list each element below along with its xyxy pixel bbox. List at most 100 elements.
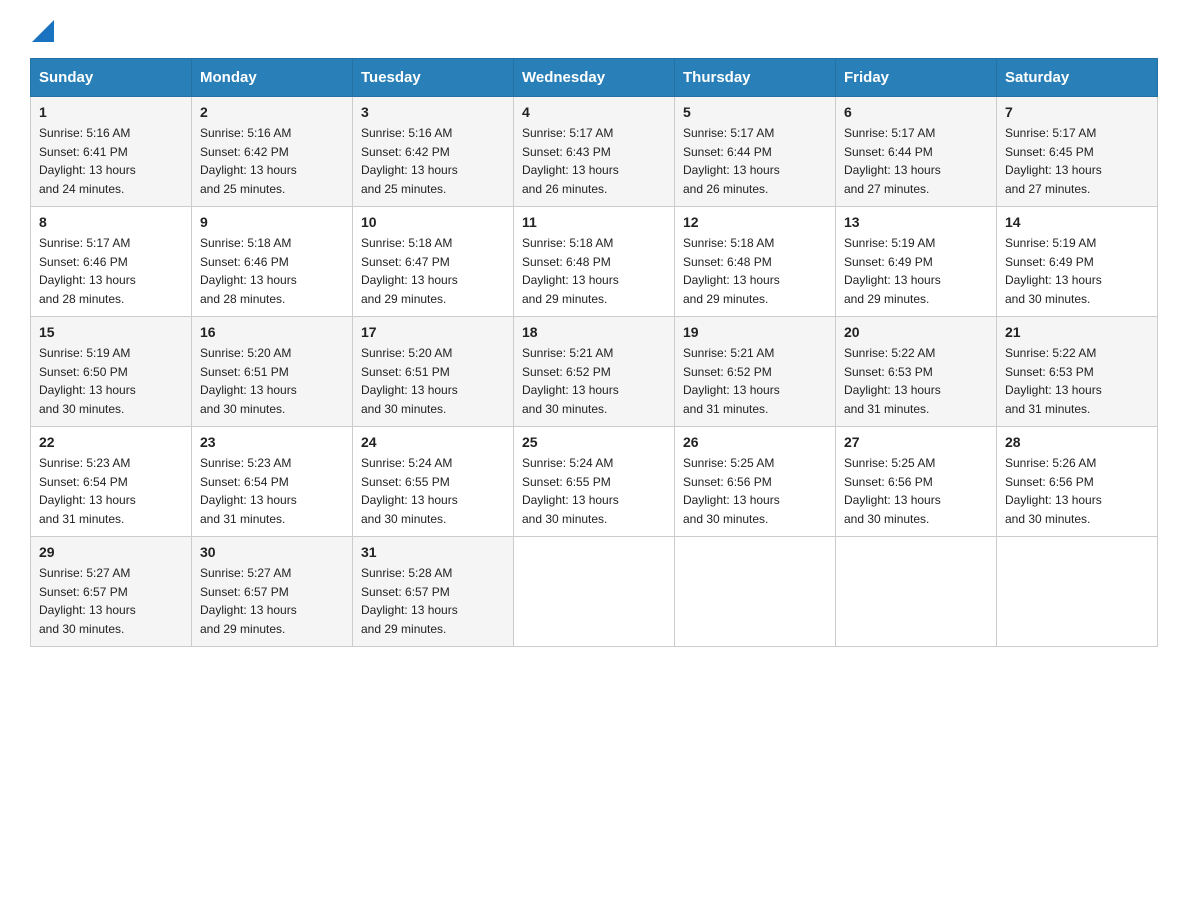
- day-number: 12: [683, 214, 827, 230]
- weekday-header-tuesday: Tuesday: [353, 59, 514, 97]
- day-info: Sunrise: 5:16 AM Sunset: 6:42 PM Dayligh…: [361, 124, 505, 198]
- day-number: 24: [361, 434, 505, 450]
- day-info: Sunrise: 5:27 AM Sunset: 6:57 PM Dayligh…: [39, 564, 183, 638]
- day-info: Sunrise: 5:19 AM Sunset: 6:50 PM Dayligh…: [39, 344, 183, 418]
- day-number: 16: [200, 324, 344, 340]
- calendar-week-row: 22Sunrise: 5:23 AM Sunset: 6:54 PM Dayli…: [31, 427, 1158, 537]
- day-info: Sunrise: 5:27 AM Sunset: 6:57 PM Dayligh…: [200, 564, 344, 638]
- day-info: Sunrise: 5:25 AM Sunset: 6:56 PM Dayligh…: [844, 454, 988, 528]
- day-info: Sunrise: 5:23 AM Sunset: 6:54 PM Dayligh…: [200, 454, 344, 528]
- day-info: Sunrise: 5:23 AM Sunset: 6:54 PM Dayligh…: [39, 454, 183, 528]
- day-info: Sunrise: 5:21 AM Sunset: 6:52 PM Dayligh…: [522, 344, 666, 418]
- calendar-cell: 26 Sunrise: 5:25 AM Sunset: 6:56 PM Dayli…: [675, 427, 836, 537]
- day-number: 8: [39, 214, 183, 230]
- calendar-cell: 15 Sunrise: 5:19 AM Sunset: 6:50 PM Dayli…: [31, 317, 192, 427]
- day-info: Sunrise: 5:17 AM Sunset: 6:45 PM Dayligh…: [1005, 124, 1149, 198]
- day-number: 21: [1005, 324, 1149, 340]
- calendar-cell: 23 Sunrise: 5:23 AM Sunset: 6:54 PM Dayli…: [192, 427, 353, 537]
- day-info: Sunrise: 5:22 AM Sunset: 6:53 PM Dayligh…: [1005, 344, 1149, 418]
- day-number: 5: [683, 104, 827, 120]
- day-info: Sunrise: 5:20 AM Sunset: 6:51 PM Dayligh…: [361, 344, 505, 418]
- calendar-cell: 18Sunrise: 5:21 AM Sunset: 6:52 PM Dayli…: [514, 317, 675, 427]
- day-number: 3: [361, 104, 505, 120]
- day-info: Sunrise: 5:16 AM Sunset: 6:41 PM Dayligh…: [39, 124, 183, 198]
- day-number: 31: [361, 544, 505, 560]
- day-number: 4: [522, 104, 666, 120]
- day-number: 28: [1005, 434, 1149, 450]
- day-number: 11: [522, 214, 666, 230]
- day-number: 29: [39, 544, 183, 560]
- weekday-header-monday: Monday: [192, 59, 353, 97]
- weekday-header-friday: Friday: [836, 59, 997, 97]
- calendar-cell: 17 Sunrise: 5:20 AM Sunset: 6:51 PM Dayli…: [353, 317, 514, 427]
- day-info: Sunrise: 5:17 AM Sunset: 6:44 PM Dayligh…: [844, 124, 988, 198]
- calendar-cell: 1 Sunrise: 5:16 AM Sunset: 6:41 PM Daylig…: [31, 97, 192, 207]
- day-number: 1: [39, 104, 183, 120]
- calendar-cell: 21 Sunrise: 5:22 AM Sunset: 6:53 PM Dayli…: [997, 317, 1158, 427]
- day-info: Sunrise: 5:25 AM Sunset: 6:56 PM Dayligh…: [683, 454, 827, 528]
- day-number: 23: [200, 434, 344, 450]
- day-info: Sunrise: 5:18 AM Sunset: 6:47 PM Dayligh…: [361, 234, 505, 308]
- calendar-cell: 14Sunrise: 5:19 AM Sunset: 6:49 PM Dayli…: [997, 207, 1158, 317]
- day-info: Sunrise: 5:18 AM Sunset: 6:48 PM Dayligh…: [522, 234, 666, 308]
- weekday-header-sunday: Sunday: [31, 59, 192, 97]
- calendar-cell: [675, 537, 836, 647]
- day-number: 26: [683, 434, 827, 450]
- calendar-cell: 13 Sunrise: 5:19 AM Sunset: 6:49 PM Dayli…: [836, 207, 997, 317]
- day-info: Sunrise: 5:28 AM Sunset: 6:57 PM Dayligh…: [361, 564, 505, 638]
- calendar-cell: 16 Sunrise: 5:20 AM Sunset: 6:51 PM Dayli…: [192, 317, 353, 427]
- day-info: Sunrise: 5:17 AM Sunset: 6:46 PM Dayligh…: [39, 234, 183, 308]
- calendar-cell: 31 Sunrise: 5:28 AM Sunset: 6:57 PM Dayli…: [353, 537, 514, 647]
- calendar-cell: 3 Sunrise: 5:16 AM Sunset: 6:42 PM Daylig…: [353, 97, 514, 207]
- calendar-cell: 24 Sunrise: 5:24 AM Sunset: 6:55 PM Dayli…: [353, 427, 514, 537]
- logo-triangle-icon: [32, 20, 54, 42]
- weekday-header-thursday: Thursday: [675, 59, 836, 97]
- calendar-week-row: 29 Sunrise: 5:27 AM Sunset: 6:57 PM Dayli…: [31, 537, 1158, 647]
- calendar-cell: 12Sunrise: 5:18 AM Sunset: 6:48 PM Dayli…: [675, 207, 836, 317]
- page-header: [30, 20, 1158, 42]
- calendar-cell: 2Sunrise: 5:16 AM Sunset: 6:42 PM Daylig…: [192, 97, 353, 207]
- day-number: 6: [844, 104, 988, 120]
- day-info: Sunrise: 5:17 AM Sunset: 6:44 PM Dayligh…: [683, 124, 827, 198]
- day-info: Sunrise: 5:19 AM Sunset: 6:49 PM Dayligh…: [844, 234, 988, 308]
- day-number: 10: [361, 214, 505, 230]
- day-info: Sunrise: 5:26 AM Sunset: 6:56 PM Dayligh…: [1005, 454, 1149, 528]
- calendar-cell: 19 Sunrise: 5:21 AM Sunset: 6:52 PM Dayli…: [675, 317, 836, 427]
- calendar-cell: 10 Sunrise: 5:18 AM Sunset: 6:47 PM Dayli…: [353, 207, 514, 317]
- calendar-cell: 5 Sunrise: 5:17 AM Sunset: 6:44 PM Daylig…: [675, 97, 836, 207]
- calendar-cell: 8 Sunrise: 5:17 AM Sunset: 6:46 PM Daylig…: [31, 207, 192, 317]
- day-number: 17: [361, 324, 505, 340]
- calendar-cell: 25Sunrise: 5:24 AM Sunset: 6:55 PM Dayli…: [514, 427, 675, 537]
- calendar-cell: [514, 537, 675, 647]
- day-info: Sunrise: 5:16 AM Sunset: 6:42 PM Dayligh…: [200, 124, 344, 198]
- calendar-week-row: 1 Sunrise: 5:16 AM Sunset: 6:41 PM Daylig…: [31, 97, 1158, 207]
- weekday-header-saturday: Saturday: [997, 59, 1158, 97]
- day-number: 13: [844, 214, 988, 230]
- day-info: Sunrise: 5:22 AM Sunset: 6:53 PM Dayligh…: [844, 344, 988, 418]
- day-info: Sunrise: 5:21 AM Sunset: 6:52 PM Dayligh…: [683, 344, 827, 418]
- day-info: Sunrise: 5:18 AM Sunset: 6:46 PM Dayligh…: [200, 234, 344, 308]
- calendar-cell: 7 Sunrise: 5:17 AM Sunset: 6:45 PM Daylig…: [997, 97, 1158, 207]
- day-number: 19: [683, 324, 827, 340]
- calendar-cell: 9 Sunrise: 5:18 AM Sunset: 6:46 PM Daylig…: [192, 207, 353, 317]
- day-info: Sunrise: 5:24 AM Sunset: 6:55 PM Dayligh…: [361, 454, 505, 528]
- logo: [30, 20, 54, 42]
- day-number: 25: [522, 434, 666, 450]
- calendar-cell: 6 Sunrise: 5:17 AM Sunset: 6:44 PM Daylig…: [836, 97, 997, 207]
- day-number: 15: [39, 324, 183, 340]
- day-info: Sunrise: 5:17 AM Sunset: 6:43 PM Dayligh…: [522, 124, 666, 198]
- day-info: Sunrise: 5:20 AM Sunset: 6:51 PM Dayligh…: [200, 344, 344, 418]
- calendar-table: SundayMondayTuesdayWednesdayThursdayFrid…: [30, 58, 1158, 647]
- calendar-week-row: 8 Sunrise: 5:17 AM Sunset: 6:46 PM Daylig…: [31, 207, 1158, 317]
- calendar-cell: 20Sunrise: 5:22 AM Sunset: 6:53 PM Dayli…: [836, 317, 997, 427]
- calendar-cell: [997, 537, 1158, 647]
- calendar-cell: 28 Sunrise: 5:26 AM Sunset: 6:56 PM Dayli…: [997, 427, 1158, 537]
- day-info: Sunrise: 5:19 AM Sunset: 6:49 PM Dayligh…: [1005, 234, 1149, 308]
- day-number: 27: [844, 434, 988, 450]
- day-number: 9: [200, 214, 344, 230]
- day-number: 7: [1005, 104, 1149, 120]
- day-number: 30: [200, 544, 344, 560]
- calendar-cell: 30 Sunrise: 5:27 AM Sunset: 6:57 PM Dayli…: [192, 537, 353, 647]
- calendar-week-row: 15 Sunrise: 5:19 AM Sunset: 6:50 PM Dayli…: [31, 317, 1158, 427]
- calendar-cell: 4 Sunrise: 5:17 AM Sunset: 6:43 PM Daylig…: [514, 97, 675, 207]
